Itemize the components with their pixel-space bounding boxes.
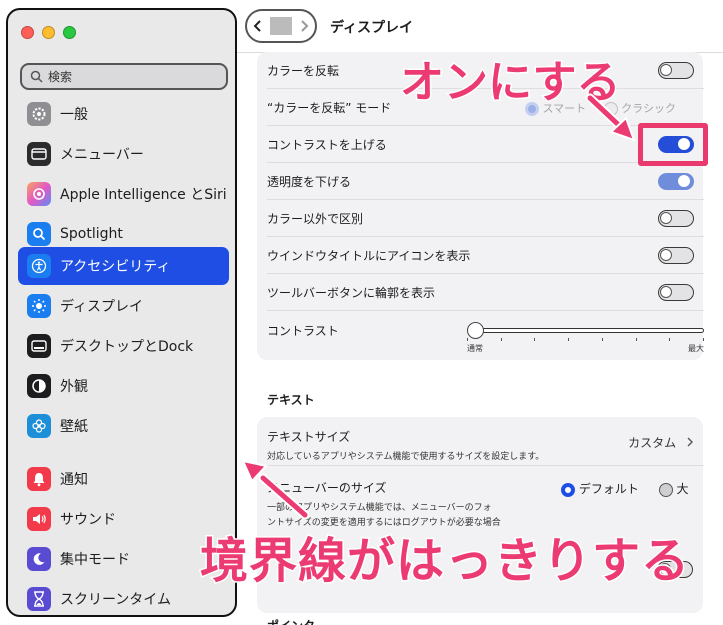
border-callout-text: 境界線がはっきりする — [198, 532, 691, 591]
screenshot: 検索 一般 メニューバー Apple Intelligence とSiri Sp — [0, 0, 723, 625]
